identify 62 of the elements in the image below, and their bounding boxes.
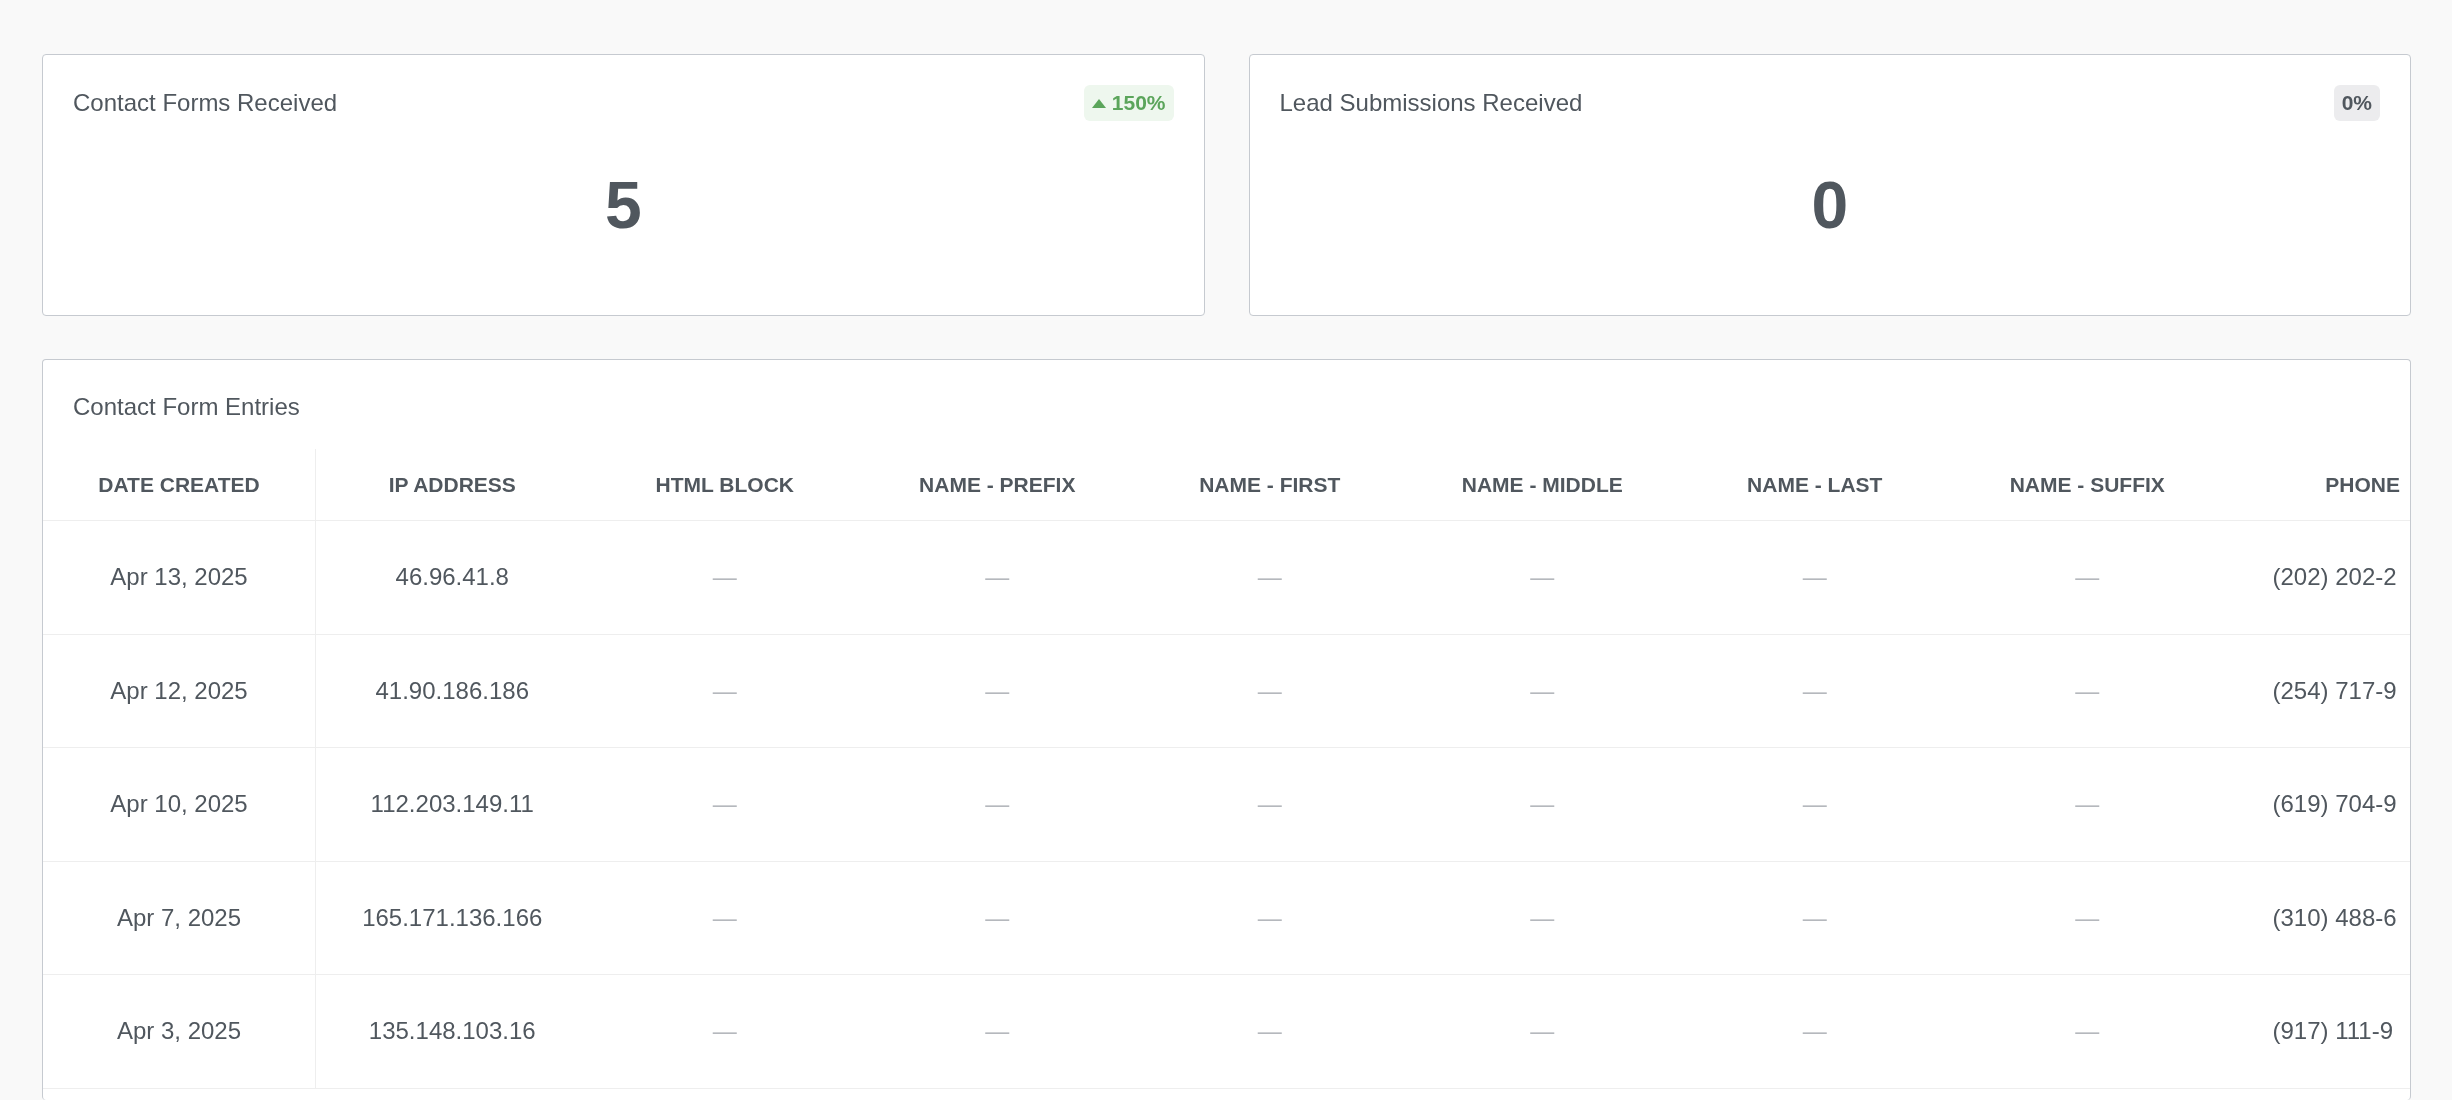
- column-header[interactable]: NAME - SUFFIX: [1951, 449, 2224, 521]
- empty-cell: —: [1951, 975, 2224, 1089]
- table-cell: (254) 717-9: [2223, 634, 2410, 748]
- empty-cell: —: [1133, 975, 1406, 1089]
- empty-cell: —: [1406, 521, 1679, 635]
- empty-cell: —: [1133, 861, 1406, 975]
- empty-cell: —: [588, 634, 861, 748]
- empty-cell: —: [1678, 861, 1951, 975]
- stat-value: 0: [1811, 167, 1849, 243]
- column-header[interactable]: NAME - LAST: [1678, 449, 1951, 521]
- table-cell: Apr 7, 2025: [43, 861, 316, 975]
- column-header[interactable]: NAME - FIRST: [1133, 449, 1406, 521]
- stat-value: 5: [604, 167, 642, 243]
- table-cell: 41.90.186.186: [316, 634, 589, 748]
- empty-cell: —: [1133, 748, 1406, 862]
- column-header[interactable]: DATE CREATED: [43, 449, 316, 521]
- column-header[interactable]: NAME - MIDDLE: [1406, 449, 1679, 521]
- empty-cell: —: [1133, 521, 1406, 635]
- empty-cell: —: [861, 634, 1134, 748]
- empty-cell: —: [588, 975, 861, 1089]
- triangle-up-icon: [1091, 98, 1106, 108]
- table-cell: (619) 704-9: [2223, 748, 2410, 862]
- table-cell: (202) 202-2: [2223, 521, 2410, 635]
- empty-cell: —: [1406, 634, 1679, 748]
- empty-cell: —: [1406, 975, 1679, 1089]
- empty-cell: —: [1951, 861, 2224, 975]
- empty-cell: —: [1678, 521, 1951, 635]
- empty-cell: —: [1951, 521, 2224, 635]
- column-header[interactable]: IP ADDRESS: [316, 449, 589, 521]
- percent-badge: 150%: [1083, 85, 1174, 121]
- card-title: Contact Forms Received: [73, 89, 338, 117]
- empty-cell: —: [588, 748, 861, 862]
- empty-cell: —: [1406, 748, 1679, 862]
- empty-cell: —: [861, 861, 1134, 975]
- card-title: Lead Submissions Received: [1279, 89, 1583, 117]
- empty-cell: —: [1133, 634, 1406, 748]
- column-header[interactable]: NAME - PREFIX: [861, 449, 1134, 521]
- empty-cell: —: [1678, 975, 1951, 1089]
- empty-cell: —: [861, 975, 1134, 1089]
- empty-cell: —: [1678, 748, 1951, 862]
- table-cell: 112.203.149.11: [316, 748, 589, 862]
- empty-cell: —: [1406, 861, 1679, 975]
- column-header[interactable]: PHONE: [2223, 449, 2410, 521]
- empty-cell: —: [588, 861, 861, 975]
- table-cell: 135.148.103.16: [316, 975, 589, 1089]
- empty-cell: —: [861, 521, 1134, 635]
- table-cell: Apr 10, 2025: [43, 748, 316, 862]
- table-cell: Apr 13, 2025: [43, 521, 316, 635]
- table-cell: Apr 12, 2025: [43, 634, 316, 748]
- table-cell: (310) 488-6: [2223, 861, 2410, 975]
- table-cell: 165.171.136.166: [316, 861, 589, 975]
- empty-cell: —: [1951, 748, 2224, 862]
- empty-cell: —: [1951, 634, 2224, 748]
- table-cell: (917) 111-9: [2223, 975, 2410, 1089]
- panel-title: Contact Form Entries: [72, 392, 301, 422]
- empty-cell: —: [588, 521, 861, 635]
- empty-cell: —: [861, 748, 1134, 862]
- percent-badge: 0%: [2333, 85, 2380, 121]
- table-cell: Apr 3, 2025: [43, 975, 316, 1089]
- column-header[interactable]: HTML BLOCK: [588, 449, 861, 521]
- empty-cell: —: [1678, 634, 1951, 748]
- table-cell: 46.96.41.8: [316, 521, 589, 635]
